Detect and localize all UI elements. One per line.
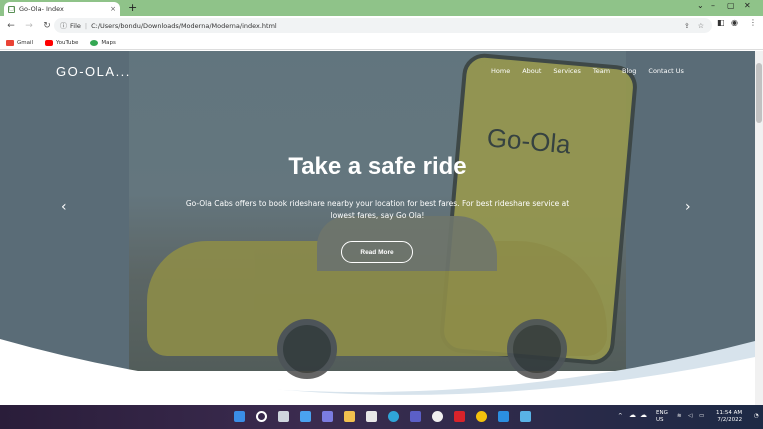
address-bar[interactable]: ⓘ File | C:/Users/bondu/Downloads/Modern…: [54, 18, 712, 33]
cloud-icon[interactable]: ☁: [629, 412, 636, 419]
search-icon[interactable]: [256, 411, 267, 422]
read-more-button[interactable]: Read More: [341, 241, 413, 263]
close-window-icon[interactable]: ✕: [744, 1, 751, 10]
start-windows-icon[interactable]: [234, 411, 245, 422]
browser-toolbar: ← → ↻ ⓘ File | C:/Users/bondu/Downloads/…: [0, 16, 763, 36]
bookmark-gmail[interactable]: Gmail: [6, 39, 34, 46]
windows-taskbar: ^ ☁ ☁ ENG US ≋ ◁ ▭ 11:54 AM 7/2/2022 ◔: [0, 405, 763, 429]
maximize-icon[interactable]: ▢: [727, 1, 735, 10]
clock-date: 7/2/2022: [717, 417, 743, 423]
nav-home[interactable]: Home: [491, 67, 510, 75]
xbox-icon[interactable]: [432, 411, 443, 422]
tab-strip: □ Go-Ola- Index × + ⌄ – ▢ ✕: [0, 0, 763, 16]
bookmark-label: Gmail: [17, 39, 34, 46]
bookmark-maps[interactable]: Maps: [90, 39, 116, 46]
youtube-icon: [45, 39, 54, 46]
bookmark-label: Maps: [101, 39, 116, 46]
tray-chevron-icon[interactable]: ^: [618, 413, 623, 420]
reload-icon[interactable]: ↻: [40, 21, 54, 31]
back-icon[interactable]: ←: [4, 21, 18, 31]
onedrive-icon[interactable]: ☁: [640, 412, 647, 419]
chrome-icon[interactable]: [476, 411, 487, 422]
wifi-icon[interactable]: ≋: [677, 413, 682, 420]
notification-bell-icon[interactable]: ◔: [754, 413, 759, 420]
maps-icon: [90, 39, 99, 46]
carousel-prev-icon[interactable]: ‹: [61, 199, 67, 215]
vscode-icon[interactable]: [498, 411, 509, 422]
app-icon[interactable]: [410, 411, 421, 422]
carousel-next-icon[interactable]: ›: [685, 199, 691, 215]
url-text[interactable]: C:/Users/bondu/Downloads/Moderna/Moderna…: [91, 22, 277, 30]
lang-secondary: US: [656, 417, 664, 423]
nav-team[interactable]: Team: [593, 67, 610, 75]
mcafee-icon[interactable]: [454, 411, 465, 422]
photos-icon[interactable]: [520, 411, 531, 422]
info-icon[interactable]: ⓘ: [60, 21, 67, 31]
bookmark-youtube[interactable]: YouTube: [45, 39, 79, 46]
task-view-icon[interactable]: [278, 411, 289, 422]
teams-chat-icon[interactable]: [322, 411, 333, 422]
language-indicator[interactable]: ENG US: [656, 410, 668, 424]
url-scheme-label: File: [70, 21, 81, 30]
nav-contact-us[interactable]: Contact Us: [648, 67, 684, 75]
hero-description: Go-Ola Cabs offers to book rideshare nea…: [185, 199, 570, 220]
chevron-down-icon[interactable]: ⌄: [697, 1, 704, 10]
profile-avatar[interactable]: ◉: [731, 18, 738, 27]
page-scrollbar[interactable]: [755, 51, 763, 405]
scrollbar-thumb[interactable]: [756, 63, 762, 123]
browser-tab[interactable]: □ Go-Ola- Index ×: [4, 2, 120, 16]
close-tab-icon[interactable]: ×: [110, 5, 116, 13]
forward-icon[interactable]: →: [22, 21, 36, 31]
gmail-icon: [6, 39, 14, 46]
bookmark-label: YouTube: [56, 39, 79, 46]
nav-services[interactable]: Services: [553, 67, 580, 75]
volume-icon[interactable]: ◁: [688, 413, 692, 420]
address-separator: |: [84, 21, 88, 30]
minimize-icon[interactable]: –: [711, 1, 715, 10]
new-tab-button[interactable]: +: [128, 1, 137, 14]
bookmarks-bar: Gmail YouTube Maps: [0, 36, 763, 50]
hero-wave-divider: [0, 339, 755, 405]
side-panel-icon[interactable]: ◧: [717, 18, 725, 27]
main-nav: Home About Services Team Blog Contact Us: [491, 67, 684, 75]
nav-blog[interactable]: Blog: [622, 67, 636, 75]
page-favicon-icon: □: [8, 5, 15, 13]
clock[interactable]: 11:54 AM 7/2/2022: [716, 410, 742, 424]
browser-chrome: □ Go-Ola- Index × + ⌄ – ▢ ✕ ← → ↻ ⓘ File…: [0, 0, 763, 50]
lang-primary: ENG: [656, 410, 668, 416]
clock-time: 11:54 AM: [716, 410, 743, 416]
menu-kebab-icon[interactable]: ⋮: [749, 18, 757, 27]
web-page: Go-Ola GO-OLA... Home About Services Tea…: [0, 51, 755, 405]
battery-icon[interactable]: ▭: [699, 413, 704, 420]
tab-title: Go-Ola- Index: [19, 5, 64, 13]
nav-about[interactable]: About: [522, 67, 541, 75]
hero-title: Take a safe ride: [288, 153, 467, 180]
widgets-icon[interactable]: [300, 411, 311, 422]
site-logo[interactable]: GO-OLA...: [56, 64, 131, 79]
edge-icon[interactable]: [388, 411, 399, 422]
share-icon[interactable]: ⇪: [684, 22, 690, 30]
file-explorer-icon[interactable]: [344, 411, 355, 422]
store-icon[interactable]: [366, 411, 377, 422]
bookmark-star-icon[interactable]: ☆: [698, 22, 704, 30]
